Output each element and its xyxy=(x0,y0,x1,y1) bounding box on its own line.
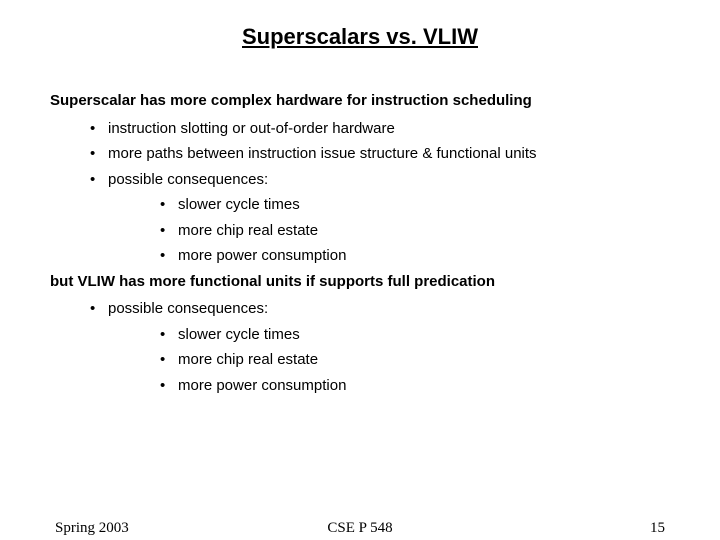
slide-title: Superscalars vs. VLIW xyxy=(40,24,680,50)
section-1-list: instruction slotting or out-of-order har… xyxy=(90,116,680,269)
section-1-lead: Superscalar has more complex hardware fo… xyxy=(50,88,680,114)
list-item: possible consequences: slower cycle time… xyxy=(90,296,680,398)
section-2-lead: but VLIW has more functional units if su… xyxy=(50,269,680,295)
list-item: more power consumption xyxy=(160,243,680,269)
list-item: more power consumption xyxy=(160,373,680,399)
list-item: more chip real estate xyxy=(160,218,680,244)
list-item: possible consequences: slower cycle time… xyxy=(90,167,680,269)
section-2-list: possible consequences: slower cycle time… xyxy=(90,296,680,398)
list-item: instruction slotting or out-of-order har… xyxy=(90,116,680,142)
list-item: more chip real estate xyxy=(160,347,680,373)
consequences-list: slower cycle times more chip real estate… xyxy=(160,192,680,269)
consequences-list: slower cycle times more chip real estate… xyxy=(160,322,680,399)
footer-course: CSE P 548 xyxy=(0,520,720,537)
list-item-label: possible consequences: xyxy=(108,171,268,188)
slide-body: Superscalar has more complex hardware fo… xyxy=(40,88,680,398)
list-item: slower cycle times xyxy=(160,322,680,348)
list-item-label: possible consequences: xyxy=(108,300,268,317)
list-item: slower cycle times xyxy=(160,192,680,218)
slide: Superscalars vs. VLIW Superscalar has mo… xyxy=(0,0,720,540)
footer-page: 15 xyxy=(650,520,665,537)
list-item: more paths between instruction issue str… xyxy=(90,141,680,167)
